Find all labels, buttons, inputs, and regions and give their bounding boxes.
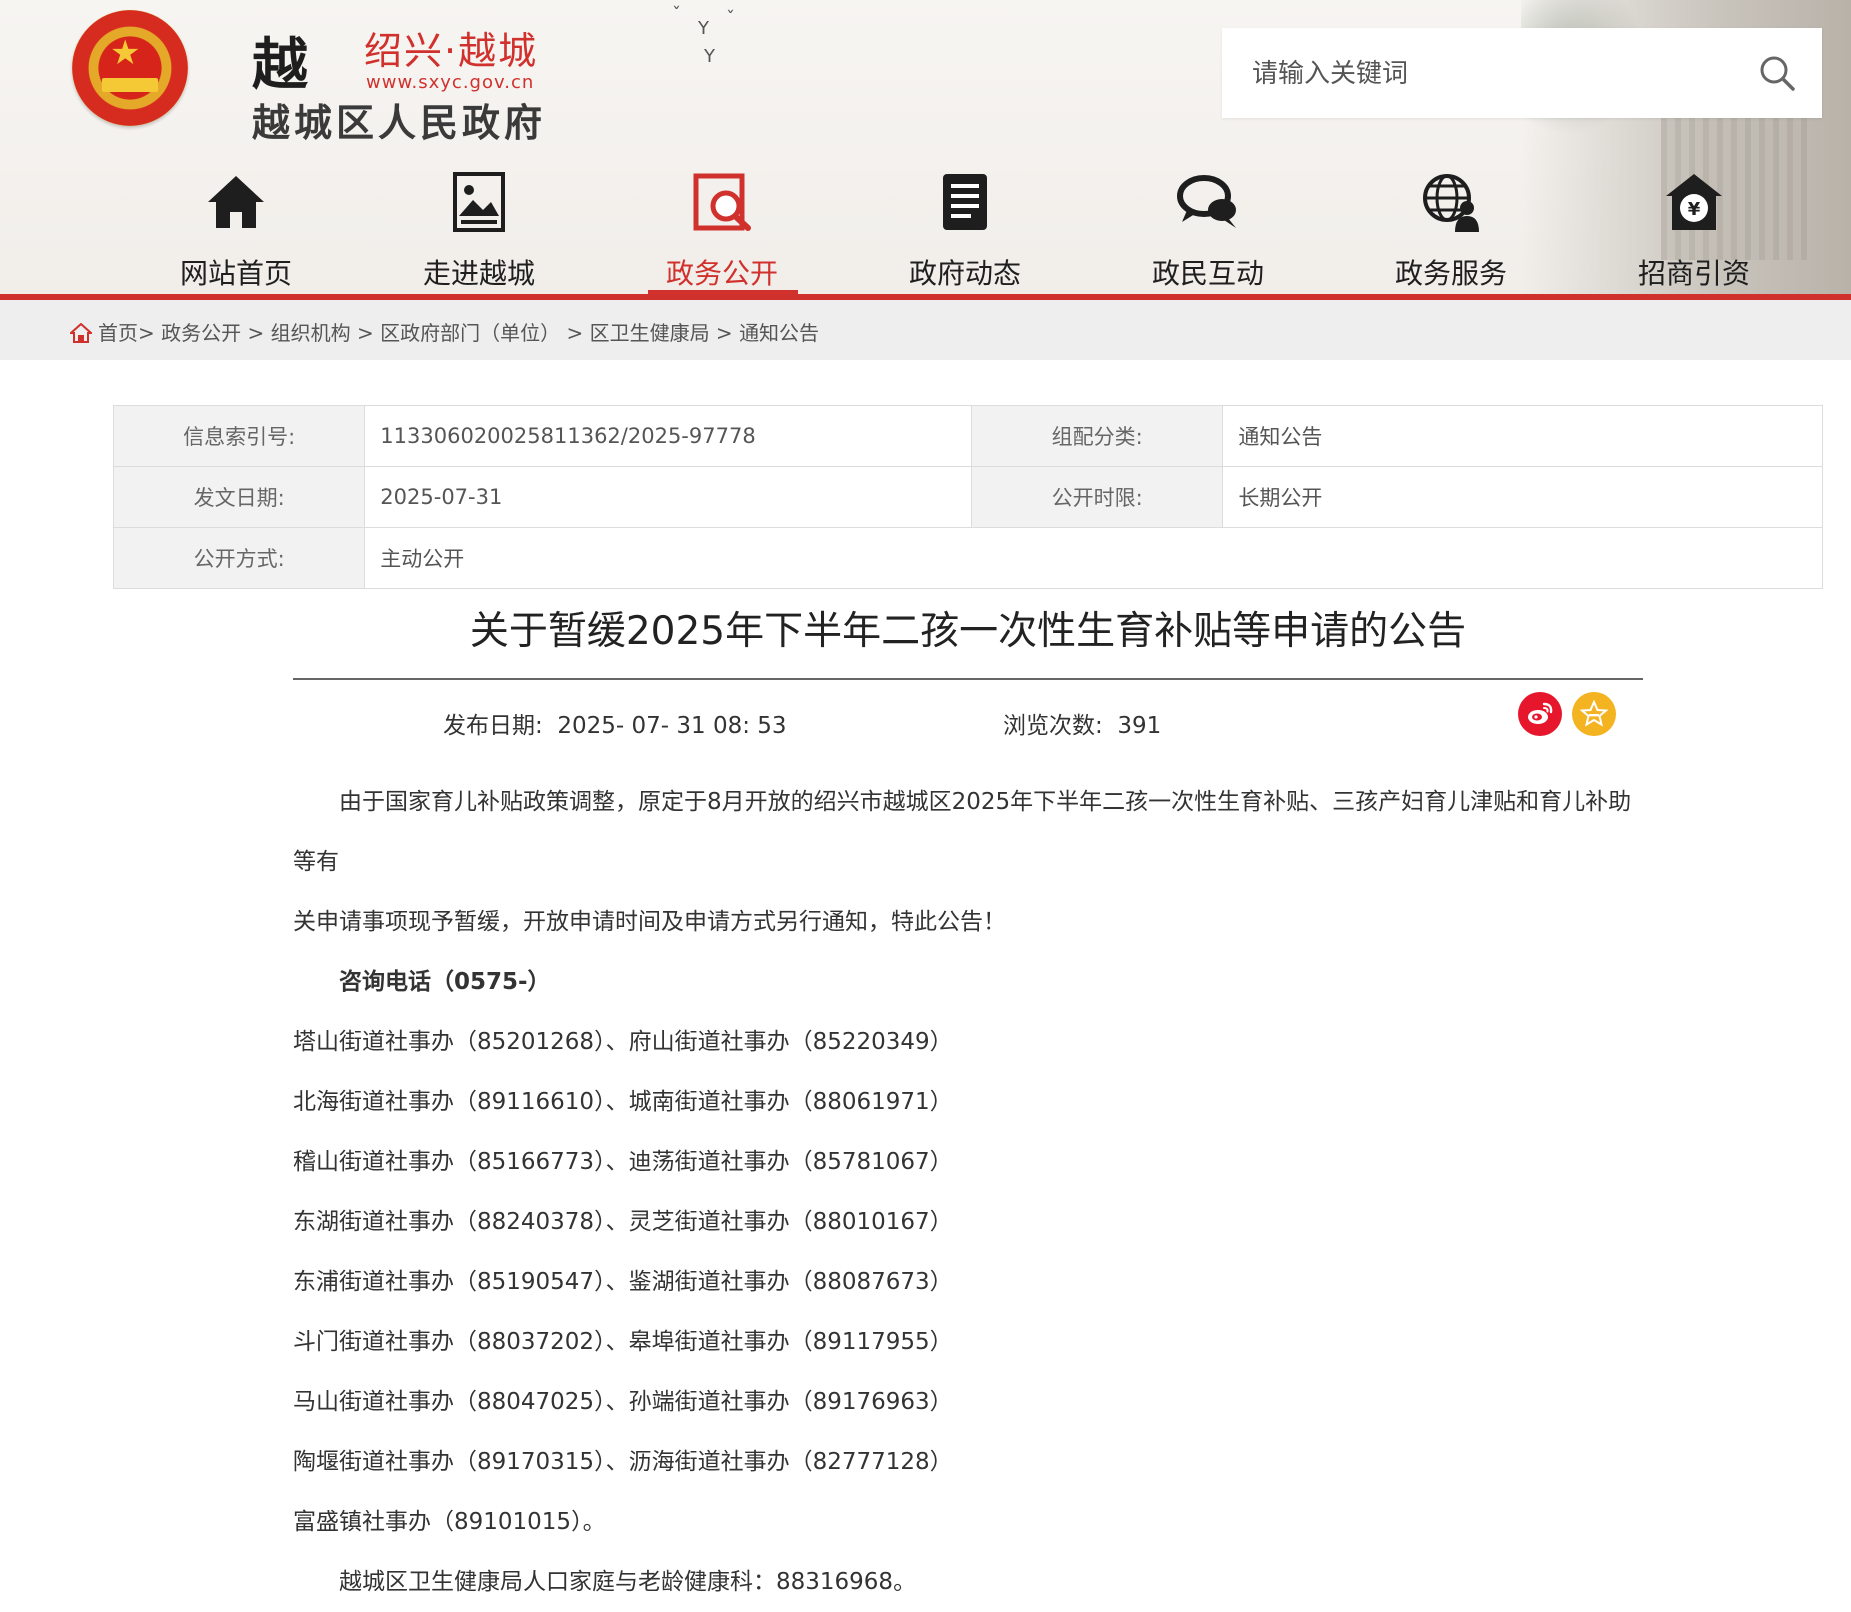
consult-heading: 咨询电话（0575-） (339, 969, 551, 995)
svg-text:¥: ¥ (1688, 199, 1701, 220)
nav-item-investment[interactable]: ¥ 招商引资 (1594, 160, 1794, 294)
meta-issue-date: 2025-07-31 (364, 466, 973, 528)
breadcrumb-link-organization[interactable]: 组织机构 (271, 321, 351, 345)
news-icon (943, 174, 987, 230)
site-name[interactable]: 绍兴·越城 (364, 20, 538, 75)
list-item: 陶堰街道社事办（89170315）、沥海街道社事办（82777128） (293, 1449, 953, 1475)
nav-label: 政府动态 (908, 257, 1021, 290)
meta-label: 公开方式: (112, 527, 366, 589)
birds-decoration-icon: ˇ Y ˇ Y (672, 4, 735, 67)
publish-date: 发布日期: 2025- 07- 31 08: 53 (443, 706, 787, 740)
table-row: 公开方式: 主动公开 (112, 527, 1823, 589)
meta-category: 通知公告 (1222, 405, 1823, 467)
breadcrumb-link-open-government[interactable]: 政务公开 (161, 321, 241, 345)
share-weibo-button[interactable] (1518, 692, 1562, 736)
publish-date-label: 发布日期: (443, 713, 543, 739)
article-footer-line: 越城区卫生健康局人口家庭与老龄健康科：88316968。 (339, 1569, 917, 1595)
table-row: 发文日期: 2025-07-31 公开时限: 长期公开 (112, 466, 1823, 528)
breadcrumb: 首页> 政务公开 > 组织机构 > 区政府部门（单位） > 区卫生健康局 > 通… (70, 317, 819, 346)
document-meta-table: 信息索引号: 113306020025811362/2025-97778 组配分… (112, 405, 1823, 589)
search-input[interactable] (1250, 50, 1734, 98)
search-box (1222, 28, 1822, 118)
view-count-label: 浏览次数: (1003, 713, 1103, 739)
nav-item-news[interactable]: 政府动态 (865, 160, 1065, 294)
title-divider (293, 678, 1643, 680)
logo-mark[interactable]: 越 (252, 20, 308, 101)
list-item: 塔山街道社事办（85201268）、府山街道社事办（85220349） (293, 1029, 953, 1055)
list-item: 东浦街道社事办（85190547）、鉴湖街道社事办（88087673） (293, 1269, 953, 1295)
weibo-icon (1528, 702, 1553, 724)
nav-item-open-government[interactable]: 政务公开 (622, 160, 822, 294)
site-title[interactable]: 越城区人民政府 (252, 92, 546, 147)
nav-label: 网站首页 (179, 257, 292, 290)
nav-label: 招商引资 (1637, 257, 1750, 290)
view-count: 浏览次数: 391 (1003, 706, 1161, 740)
nav-item-interaction[interactable]: 政民互动 (1108, 160, 1308, 294)
home-icon (70, 323, 92, 343)
meta-index-number: 113306020025811362/2025-97778 (364, 405, 973, 467)
meta-label: 组配分类: (971, 405, 1224, 467)
meta-label: 发文日期: (112, 466, 366, 528)
table-row: 信息索引号: 113306020025811362/2025-97778 组配分… (112, 405, 1823, 467)
article-body: 由于国家育儿补贴政策调整，原定于8月开放的绍兴市越城区2025年下半年二孩一次性… (293, 772, 1643, 1612)
breadcrumb-link-departments[interactable]: 区政府部门（单位） (380, 321, 560, 345)
picture-icon (453, 172, 505, 232)
nav-label: 走进越城 (422, 257, 535, 290)
site-url: www.sxyc.gov.cn (366, 72, 535, 93)
national-emblem-icon[interactable]: ★ (72, 10, 188, 126)
globe-user-icon (1423, 174, 1479, 232)
breadcrumb-link-health-bureau[interactable]: 区卫生健康局 (590, 321, 710, 345)
publish-date-value: 2025- 07- 31 08: 53 (557, 713, 787, 739)
breadcrumb-bar: 首页> 政务公开 > 组织机构 > 区政府部门（单位） > 区卫生健康局 > 通… (0, 300, 1851, 360)
breadcrumb-link-notices[interactable]: 通知公告 (739, 321, 819, 345)
document-search-icon (693, 173, 751, 231)
meta-label: 公开时限: (971, 466, 1224, 528)
list-item: 北海街道社事办（89116610）、城南街道社事办（88061971） (293, 1089, 953, 1115)
list-item: 马山街道社事办（88047025）、孙端街道社事办（89176963） (293, 1389, 953, 1415)
nav-item-about[interactable]: 走进越城 (379, 160, 579, 294)
home-icon (208, 176, 264, 228)
nav-item-home[interactable]: 网站首页 (136, 160, 336, 294)
article-paragraph: 由于国家育儿补贴政策调整，原定于8月开放的绍兴市越城区2025年下半年二孩一次性… (293, 789, 1632, 875)
meta-mode: 主动公开 (364, 527, 1823, 589)
list-item: 斗门街道社事办（88037202）、皋埠街道社事办（89117955） (293, 1329, 953, 1355)
main-nav: 网站首页 走进越城 政务公开 政府动态 政民互动 政务服务 ¥ 招商引资 (0, 160, 1851, 294)
list-item: 富盛镇社事办（89101015）。 (293, 1509, 606, 1535)
list-item: 稽山街道社事办（85166773）、迪荡街道社事办（85781067） (293, 1149, 953, 1175)
nav-label: 政务服务 (1394, 257, 1507, 290)
article-title: 关于暂缓2025年下半年二孩一次性生育补贴等申请的公告 (469, 609, 1467, 654)
meta-label: 信息索引号: (112, 405, 366, 467)
article-paragraph: 关申请事项现予暂缓，开放申请时间及申请方式另行通知，特此公告！ (293, 909, 1006, 935)
nav-item-services[interactable]: 政务服务 (1351, 160, 1551, 294)
search-icon[interactable] (1758, 54, 1796, 92)
view-count-value: 391 (1117, 713, 1162, 739)
chat-icon (1177, 175, 1236, 228)
meta-term: 长期公开 (1222, 466, 1823, 528)
list-item: 东湖街道社事办（88240378）、灵芝街道社事办（88010167） (293, 1209, 953, 1235)
nav-label: 政民互动 (1151, 257, 1264, 290)
site-header: ★ 越 绍兴·越城 www.sxyc.gov.cn 越城区人民政府 ˇ Y ˇ … (0, 0, 1851, 294)
breadcrumb-link-home[interactable]: 首页 (98, 321, 138, 345)
star-icon (1580, 700, 1608, 727)
yuan-house-icon: ¥ (1666, 174, 1722, 230)
favorite-button[interactable] (1572, 692, 1616, 736)
nav-label: 政务公开 (665, 257, 778, 290)
